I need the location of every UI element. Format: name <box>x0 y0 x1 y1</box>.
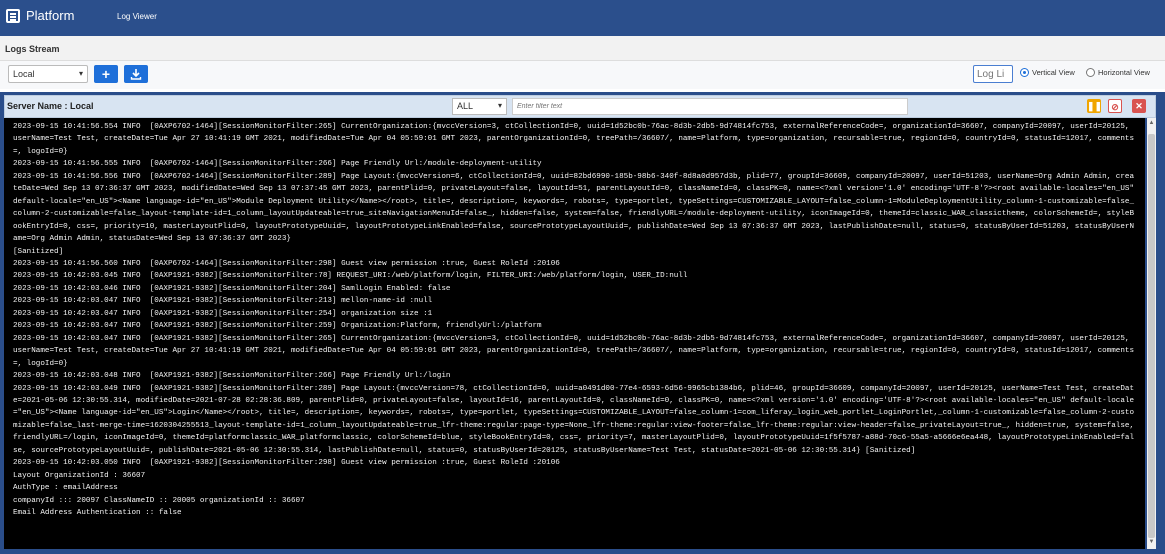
log-line: 2023-09-15 10:42:03.050 INFO [0AXP1921-9… <box>13 459 560 468</box>
log-level-select[interactable]: ALL ▾ <box>452 98 507 115</box>
log-line: 2023-09-15 10:41:56.560 INFO [0AXP6702-1… <box>13 259 560 268</box>
radio-unselected-icon <box>1086 68 1095 77</box>
pause-icon: ❚❚ <box>1087 101 1103 111</box>
download-icon <box>130 69 142 80</box>
log-line: Layout OrganizationId : 36607 <box>13 471 146 480</box>
environment-select[interactable]: Local ▾ <box>8 65 88 83</box>
scroll-thumb[interactable] <box>1148 134 1155 538</box>
log-line: 2023-09-15 10:42:03.048 INFO [0AXP1921-9… <box>13 372 451 381</box>
log-line: 2023-09-15 10:41:56.556 INFO [0AXP6702-1… <box>13 172 1139 244</box>
log-line: 2023-09-15 10:42:03.045 INFO [0AXP1921-9… <box>13 272 688 281</box>
clear-button[interactable]: ⊘ <box>1108 99 1122 113</box>
nav-link-log-viewer[interactable]: Log Viewer <box>117 12 157 21</box>
top-nav-bar: Platform Log Viewer <box>0 0 1165 36</box>
log-line: 2023-09-15 10:42:03.046 INFO [0AXP1921-9… <box>13 284 451 293</box>
close-button[interactable]: ✕ <box>1132 99 1146 113</box>
server-name: Server Name : Local <box>7 101 94 111</box>
pause-button[interactable]: ❚❚ <box>1087 99 1103 113</box>
log-line: 2023-09-15 10:42:03.047 INFO [0AXP1921-9… <box>13 297 433 306</box>
log-line: 2023-09-15 10:42:03.047 INFO [0AXP1921-9… <box>13 322 542 331</box>
log-line: companyId ::: 20097 ClassNameID :: 20005… <box>13 496 305 505</box>
scroll-down-icon[interactable]: ▼ <box>1148 539 1155 549</box>
environment-select-value: Local <box>13 69 35 79</box>
ban-icon: ⊘ <box>1111 102 1119 112</box>
radio-horizontal-label: Horizontal View <box>1098 68 1150 77</box>
log-level-value: ALL <box>457 101 474 111</box>
log-line: 2023-09-15 10:42:03.049 INFO [0AXP1921-9… <box>13 384 1139 455</box>
log-output: 2023-09-15 10:41:56.554 INFO [0AXP6702-1… <box>4 118 1145 520</box>
scroll-up-icon[interactable]: ▲ <box>1148 120 1155 130</box>
platform-logo-icon <box>6 8 20 23</box>
radio-vertical-view[interactable]: Vertical View <box>1020 68 1075 77</box>
radio-horizontal-view[interactable]: Horizontal View <box>1086 68 1150 77</box>
log-lines-input[interactable] <box>973 65 1013 83</box>
filter-input[interactable] <box>512 98 908 115</box>
log-line: Email Address Authentication :: false <box>13 509 182 518</box>
log-line: 2023-09-15 10:42:03.047 INFO [0AXP1921-9… <box>13 334 1135 368</box>
download-button[interactable] <box>124 65 148 83</box>
log-line: 2023-09-15 10:42:03.047 INFO [0AXP1921-9… <box>13 309 433 318</box>
add-button[interactable]: + <box>94 65 118 83</box>
chevron-down-icon: ▾ <box>497 101 502 110</box>
brand-label: Platform <box>26 8 75 23</box>
log-console[interactable]: 2023-09-15 10:41:56.554 INFO [0AXP6702-1… <box>4 118 1145 549</box>
log-line: AuthType : emailAddress <box>13 484 118 493</box>
log-line: 2023-09-15 10:41:56.555 INFO [0AXP6702-1… <box>13 160 542 169</box>
log-line: [Sanitized] <box>13 247 64 256</box>
page-title: Logs Stream <box>5 44 60 54</box>
chevron-down-icon: ▾ <box>78 69 83 78</box>
log-line: 2023-09-15 10:41:56.554 INFO [0AXP6702-1… <box>13 123 1135 156</box>
radio-selected-icon <box>1020 68 1029 77</box>
page-header: Logs Stream <box>0 36 1165 61</box>
close-icon: ✕ <box>1135 101 1143 111</box>
brand[interactable]: Platform <box>6 8 74 23</box>
radio-vertical-label: Vertical View <box>1032 68 1075 77</box>
